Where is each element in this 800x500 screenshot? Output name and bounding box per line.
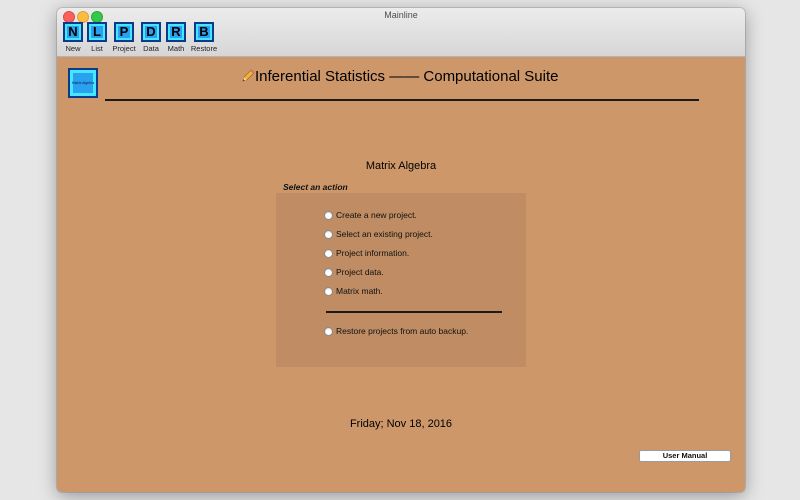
- logo-text: Matrix Algebra: [71, 81, 95, 85]
- action-create-project[interactable]: Create a new project.: [324, 210, 417, 220]
- action-matrix-math[interactable]: Matrix math.: [324, 286, 383, 296]
- main-content: Matrix Algebra Inferential Statistics ——…: [57, 57, 745, 492]
- action-project-data[interactable]: Project data.: [324, 267, 384, 277]
- toolbar-key: L: [87, 22, 107, 42]
- toolbar-restore-button[interactable]: B Restore: [191, 22, 217, 53]
- toolbar-key: P: [114, 22, 134, 42]
- action-project-information[interactable]: Project information.: [324, 248, 409, 258]
- panel-divider: [326, 311, 502, 313]
- radio-label: Select an existing project.: [336, 229, 433, 239]
- radio-label: Create a new project.: [336, 210, 417, 220]
- toolbar-key: R: [166, 22, 186, 42]
- title-bar: Mainline N New L List P Project D Data R…: [57, 8, 745, 57]
- radio-button[interactable]: [324, 326, 333, 336]
- toolbar-key: B: [194, 22, 214, 42]
- toolbar-key: D: [141, 22, 161, 42]
- page-title: Inferential Statistics —— Computational …: [255, 68, 559, 85]
- action-restore-backup[interactable]: Restore projects from auto backup.: [324, 326, 468, 336]
- radio-button[interactable]: [324, 229, 333, 239]
- radio-button[interactable]: [324, 210, 333, 220]
- section-title: Matrix Algebra: [365, 160, 437, 172]
- radio-button[interactable]: [324, 248, 333, 258]
- app-logo: Matrix Algebra: [68, 68, 98, 98]
- radio-label: Matrix math.: [336, 286, 383, 296]
- title-divider: [105, 99, 699, 101]
- app-window: Mainline N New L List P Project D Data R…: [57, 8, 745, 492]
- radio-button[interactable]: [324, 267, 333, 277]
- window-title: Mainline: [384, 10, 418, 20]
- radio-label: Project data.: [336, 267, 384, 277]
- pencil-icon: [242, 69, 255, 82]
- user-manual-button[interactable]: User Manual: [639, 450, 731, 462]
- action-select-project[interactable]: Select an existing project.: [324, 229, 433, 239]
- toolbar-label: Restore: [190, 44, 218, 53]
- radio-label: Restore projects from auto backup.: [336, 326, 469, 336]
- radio-label: Project information.: [336, 248, 410, 258]
- action-panel: Create a new project. Select an existing…: [276, 193, 526, 367]
- action-panel-caption: Select an action: [283, 182, 348, 192]
- radio-button[interactable]: [324, 286, 333, 296]
- current-date: Friday; Nov 18, 2016: [349, 418, 453, 430]
- toolbar-key: N: [63, 22, 83, 42]
